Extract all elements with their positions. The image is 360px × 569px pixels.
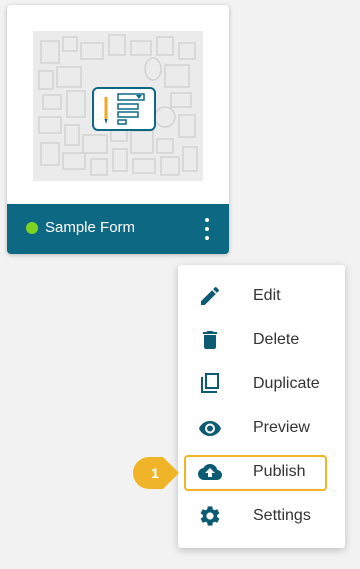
menu-item-label: Preview — [253, 419, 310, 436]
publish-highlight — [184, 455, 327, 491]
menu-item-settings[interactable]: Settings — [178, 494, 345, 538]
menu-item-duplicate[interactable]: Duplicate — [178, 362, 345, 406]
form-title[interactable]: Sample Form — [45, 219, 135, 237]
form-card[interactable]: Sample Form — [7, 5, 229, 254]
more-options-icon[interactable] — [197, 216, 217, 242]
menu-item-preview[interactable]: Preview — [178, 406, 345, 450]
step-number: 1 — [151, 465, 159, 481]
step-callout: 1 — [133, 457, 179, 489]
form-icon — [92, 87, 156, 131]
copy-icon — [198, 372, 222, 396]
gear-icon — [198, 504, 222, 528]
eye-icon — [198, 416, 222, 440]
menu-item-edit[interactable]: Edit — [178, 274, 345, 318]
menu-item-label: Edit — [253, 287, 281, 304]
menu-item-delete[interactable]: Delete — [178, 318, 345, 362]
menu-item-label: Settings — [253, 507, 311, 524]
pencil-icon — [198, 284, 222, 308]
context-menu: Edit Delete Duplicate Preview Publish Se… — [178, 265, 345, 548]
card-footer: Sample Form — [7, 204, 229, 254]
status-indicator — [26, 222, 38, 234]
menu-item-label: Delete — [253, 331, 300, 348]
form-thumbnail — [33, 31, 203, 181]
trash-icon — [198, 328, 222, 352]
menu-item-label: Duplicate — [253, 375, 320, 392]
